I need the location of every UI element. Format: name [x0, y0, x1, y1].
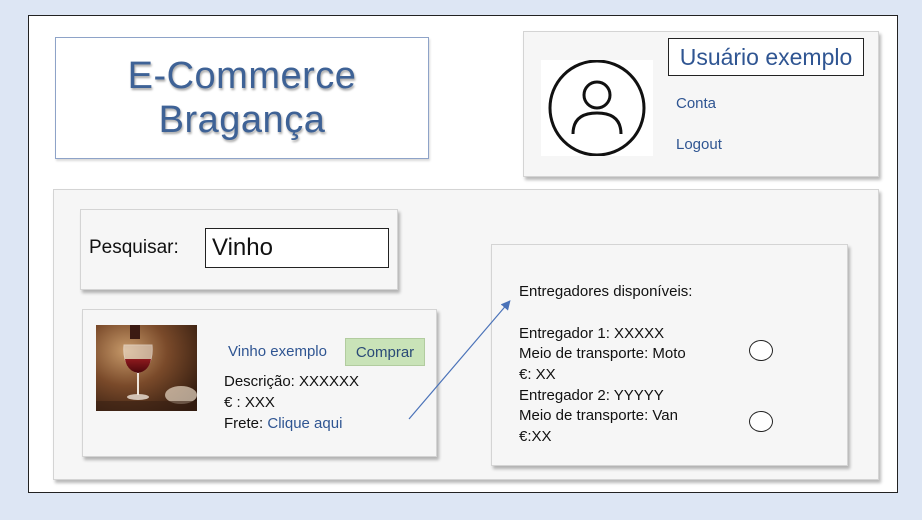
product-name: Vinho exemplo [228, 343, 327, 360]
product-card: Vinho exemplo Comprar Descrição: XXXXXX … [82, 309, 437, 457]
courier-transport: Meio de transporte: Moto [519, 345, 686, 362]
shipping-label: Frete: [224, 415, 268, 432]
search-label: Pesquisar: [89, 237, 179, 258]
courier-name: Entregador 2: YYYYY [519, 387, 664, 404]
account-link[interactable]: Conta [676, 95, 716, 112]
logo-box: E-Commerce Bragança [55, 37, 429, 159]
product-description: Descrição: XXXXXX [224, 373, 360, 390]
shipping-link[interactable]: Clique aqui [267, 415, 342, 432]
product-price: € : XXX [224, 394, 275, 411]
search-input[interactable] [205, 228, 389, 268]
courier-price: €:XX [519, 428, 552, 445]
courier-1-radio[interactable] [749, 340, 773, 361]
user-circle-icon [541, 59, 653, 157]
courier-2-radio[interactable] [749, 411, 773, 432]
courier-name: Entregador 1: XXXXX [519, 325, 665, 342]
user-panel: Usuário exemplo Conta Logout [523, 31, 879, 177]
couriers-panel: Entregadores disponíveis: Entregador 1: … [491, 244, 848, 466]
username-label: Usuário exemplo [668, 38, 864, 76]
product-image [96, 325, 197, 411]
search-panel: Pesquisar: [80, 209, 398, 290]
courier-price: €: XX [519, 366, 556, 383]
courier-transport: Meio de transporte: Van [519, 407, 678, 424]
logout-link[interactable]: Logout [676, 136, 722, 153]
site-logo-text: E-Commerce Bragança [127, 55, 357, 141]
buy-button[interactable]: Comprar [345, 338, 425, 366]
couriers-title: Entregadores disponíveis: [519, 283, 693, 300]
shipping-line: Frete: Clique aqui [224, 415, 342, 432]
